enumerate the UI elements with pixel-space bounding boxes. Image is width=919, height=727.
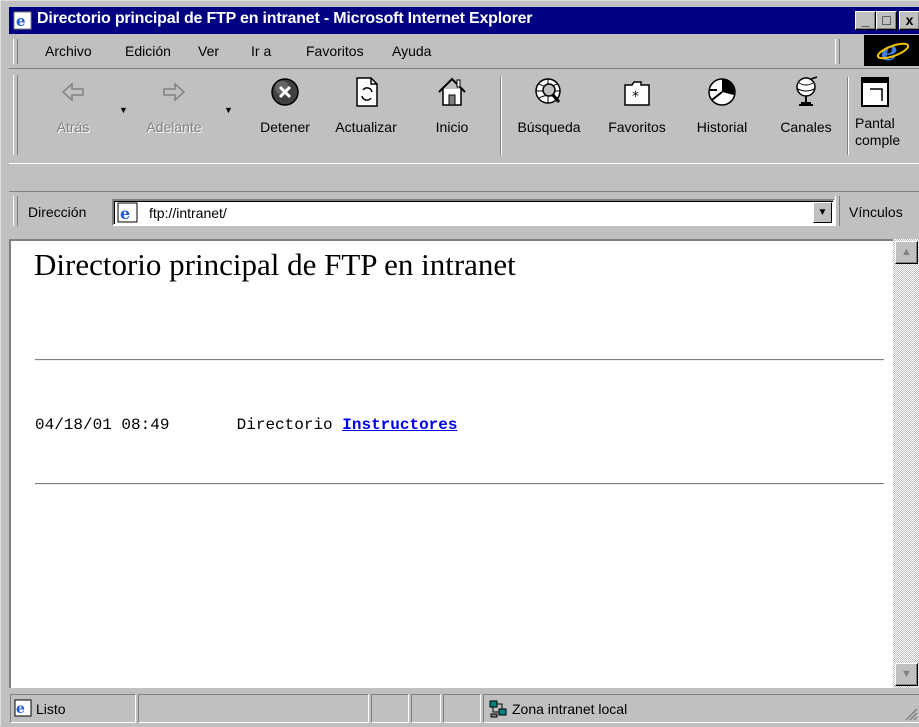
forward-label: Adelante: [146, 119, 202, 135]
search-button[interactable]: Búsqueda: [507, 75, 591, 155]
menu-archivo[interactable]: Archivo: [45, 43, 92, 59]
menu-favoritos[interactable]: Favoritos: [306, 43, 364, 59]
status-pane-5: [443, 694, 481, 723]
browser-window: e Directorio principal de FTP en intrane…: [0, 0, 919, 726]
home-button[interactable]: Inicio: [423, 75, 481, 155]
svg-text:e: e: [16, 701, 25, 717]
menu-ayuda[interactable]: Ayuda: [392, 43, 431, 59]
menu-grip-right: [835, 39, 840, 64]
fullscreen-label-line2: comple: [855, 132, 901, 148]
title-bar[interactable]: e Directorio principal de FTP en intrane…: [9, 7, 919, 34]
stop-button[interactable]: Detener: [249, 75, 321, 155]
status-text: Listo: [36, 701, 66, 717]
menu-ir-a[interactable]: Ir a: [251, 43, 271, 59]
toolbar-grip[interactable]: [13, 75, 18, 155]
history-icon: [708, 78, 736, 106]
back-dropdown-arrow[interactable]: ▼: [119, 105, 128, 115]
refresh-label: Actualizar: [335, 119, 397, 135]
entry-type: Directorio: [236, 416, 333, 434]
toolbar-separator-2: [847, 77, 849, 155]
favorites-button[interactable]: * Favoritos: [597, 75, 677, 155]
toolbar-separator: [500, 77, 502, 155]
menu-grip[interactable]: [13, 39, 18, 64]
channels-icon: [796, 76, 818, 106]
status-zone-text: Zona intranet local: [512, 701, 628, 717]
links-label[interactable]: Vínculos: [849, 204, 903, 220]
fullscreen-button[interactable]: Pantal comple: [854, 75, 919, 155]
svg-text:e: e: [120, 204, 130, 223]
channels-label: Canales: [780, 119, 832, 135]
divider-bottom: [35, 483, 884, 485]
links-grip[interactable]: [835, 196, 840, 226]
page-content: Directorio principal de FTP en intranet …: [9, 239, 893, 688]
maximize-button[interactable]: □: [876, 11, 897, 30]
resize-grip-icon[interactable]: [904, 707, 918, 721]
ie-page-icon: e: [13, 11, 32, 30]
forward-button[interactable]: Adelante: [134, 75, 214, 155]
refresh-button[interactable]: Actualizar: [325, 75, 407, 155]
stop-label: Detener: [260, 119, 310, 135]
status-main-pane: e Listo: [10, 694, 136, 723]
status-bar: e Listo Zona intranet local: [9, 691, 919, 727]
toolbar: Atrás ▼ Adelante ▼ Detener Actualizar In…: [9, 68, 919, 164]
page-title: Directorio principal de FTP en intranet: [34, 247, 516, 282]
favorites-icon: *: [624, 81, 650, 106]
back-label: Atrás: [56, 119, 90, 135]
entry-date: 04/18/01 08:49: [35, 416, 170, 434]
fullscreen-icon: [861, 77, 889, 107]
ie-page-icon: e: [14, 699, 32, 717]
address-url: ftp://intranet/: [149, 205, 227, 221]
back-button[interactable]: Atrás: [45, 75, 101, 155]
forward-arrow-icon: [163, 82, 186, 102]
stop-icon: [271, 78, 299, 106]
svg-text:e: e: [16, 12, 26, 30]
divider-top: [35, 359, 884, 361]
svg-text:*: *: [632, 89, 639, 105]
directory-listing: 04/18/01 08:49 Directorio Instructores: [35, 416, 457, 434]
status-zone-pane: Zona intranet local: [483, 694, 919, 723]
status-pane-3: [371, 694, 409, 723]
address-input[interactable]: e ftp://intranet/ ▼: [112, 199, 835, 226]
close-button[interactable]: x: [899, 11, 919, 30]
ie-page-icon: e: [117, 202, 138, 223]
history-button[interactable]: Historial: [687, 75, 757, 155]
address-grip[interactable]: [13, 196, 18, 226]
vertical-scrollbar[interactable]: ▲ ▼: [893, 239, 919, 688]
history-label: Historial: [696, 119, 748, 135]
home-icon: [438, 77, 466, 106]
forward-dropdown-arrow[interactable]: ▼: [224, 105, 233, 115]
address-dropdown-button[interactable]: ▼: [813, 202, 832, 223]
menu-ver[interactable]: Ver: [198, 43, 219, 59]
home-label: Inicio: [435, 119, 469, 135]
svg-text:e: e: [881, 37, 898, 66]
zone-icon: [489, 700, 507, 718]
menu-edicion[interactable]: Edición: [125, 43, 171, 59]
status-progress-pane: [138, 694, 369, 723]
favorites-label: Favoritos: [608, 119, 666, 135]
ie-logo-icon: e: [864, 35, 919, 66]
channels-button[interactable]: Canales: [772, 75, 840, 155]
fullscreen-label-line1: Pantal: [855, 115, 895, 131]
search-icon: [535, 78, 561, 104]
folder-link-instructores[interactable]: Instructores: [342, 416, 457, 434]
window-title: Directorio principal de FTP en intranet …: [37, 10, 533, 27]
menu-bar: Archivo Edición Ver Ir a Favoritos Ayuda…: [9, 35, 919, 66]
address-bar: Dirección e ftp://intranet/ ▼ Vínculos: [9, 191, 919, 230]
back-arrow-icon: [61, 82, 84, 102]
status-pane-4: [411, 694, 441, 723]
scroll-up-button[interactable]: ▲: [895, 241, 918, 264]
minimize-button[interactable]: _: [855, 11, 876, 30]
search-label: Búsqueda: [517, 119, 581, 135]
address-label: Dirección: [28, 204, 87, 220]
scroll-down-button[interactable]: ▼: [895, 663, 918, 686]
refresh-icon: [356, 77, 378, 107]
